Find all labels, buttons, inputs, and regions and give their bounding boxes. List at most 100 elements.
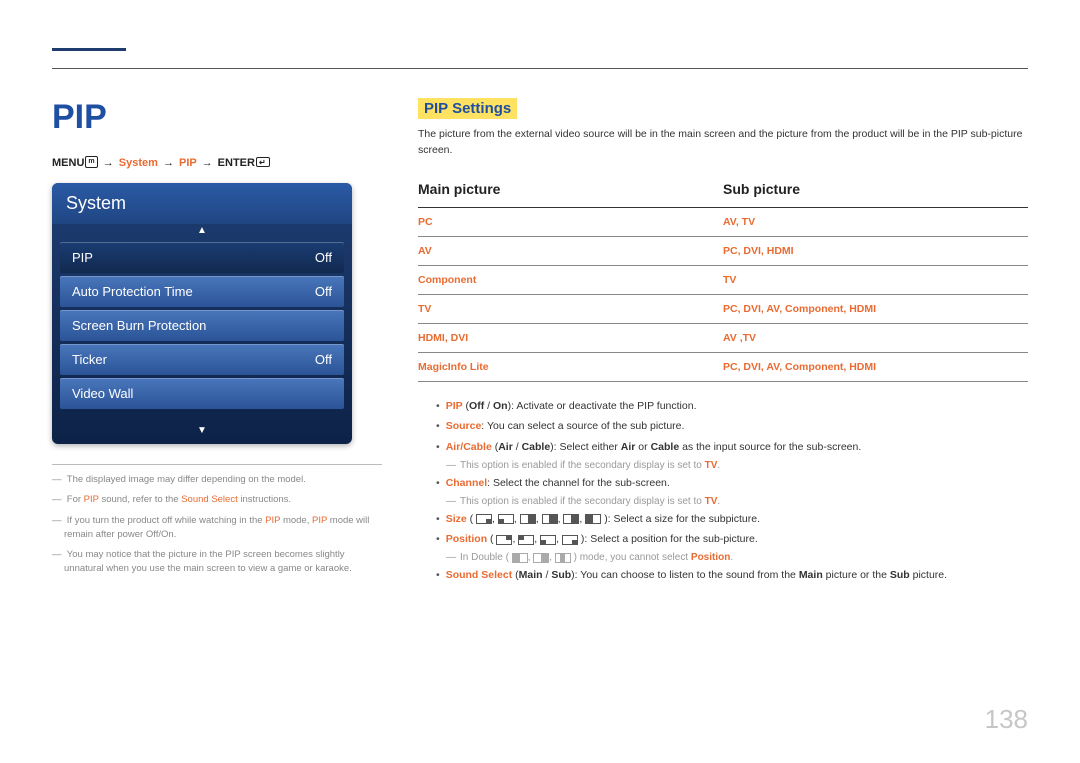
cell-sub: AV ,TV	[723, 323, 1028, 352]
osd-item-value: Off	[315, 284, 332, 299]
breadcrumb-pip: PIP	[179, 157, 197, 169]
cell-main: AV	[418, 236, 723, 265]
size-icon	[542, 514, 558, 524]
footnote-text: If you turn the product off while watchi…	[67, 515, 265, 526]
double-icon	[533, 553, 549, 563]
breadcrumb-arrow: →	[200, 157, 215, 169]
cell-main: MagicInfo Lite	[418, 352, 723, 381]
osd-item-label: Ticker	[72, 352, 107, 367]
table-header-sub: Sub picture	[723, 175, 1028, 208]
footnotes-rule	[52, 464, 382, 465]
osd-item-value: Off	[315, 250, 332, 265]
breadcrumb-system: System	[119, 157, 158, 169]
osd-header: System	[52, 183, 352, 224]
cell-main: TV	[418, 294, 723, 323]
cell-main: Component	[418, 265, 723, 294]
section-title: PIP Settings	[418, 98, 517, 119]
osd-item-video-wall[interactable]: Video Wall	[60, 378, 344, 409]
bullet-air-cable: •Air/Cable (Air / Cable): Select either …	[418, 439, 1028, 456]
pip-table: Main picture Sub picture PCAV, TV AVPC, …	[418, 175, 1028, 382]
bullet-label: Size	[446, 513, 467, 525]
footnote-text: sound, refer to the	[99, 494, 181, 505]
table-row: HDMI, DVIAV ,TV	[418, 323, 1028, 352]
sub-note: ―This option is enabled if the secondary…	[418, 460, 1028, 471]
footnote-3: ― If you turn the product off while watc…	[52, 514, 382, 543]
osd-item-label: Screen Burn Protection	[72, 318, 206, 333]
position-icon	[518, 535, 534, 545]
intro-text: The picture from the external video sour…	[418, 127, 1028, 159]
cell-main: HDMI, DVI	[418, 323, 723, 352]
size-icon	[585, 514, 601, 524]
cell-sub: AV, TV	[723, 207, 1028, 236]
size-icon	[520, 514, 536, 524]
table-row: MagicInfo LitePC, DVI, AV, Component, HD…	[418, 352, 1028, 381]
table-header-main: Main picture	[418, 175, 723, 208]
double-icon	[555, 553, 571, 563]
bullet-size: •Size ( , , , , , ): Select a size for t…	[418, 511, 1028, 528]
position-icon	[496, 535, 512, 545]
footnote-4: ― You may notice that the picture in the…	[52, 548, 382, 577]
cell-sub: PC, DVI, HDMI	[723, 236, 1028, 265]
page-number: 138	[985, 704, 1028, 735]
bullet-sound-select: •Sound Select (Main / Sub): You can choo…	[418, 567, 1028, 584]
footnote-1: ― The displayed image may differ dependi…	[52, 473, 382, 487]
bullet-pip: •PIP (Off / On): Activate or deactivate …	[418, 398, 1028, 415]
breadcrumb: MENUm → System → PIP → ENTER	[52, 157, 382, 169]
header-accent	[52, 48, 126, 66]
bullet-position: •Position ( , , , ): Select a position f…	[418, 531, 1028, 548]
osd-down-arrow: ▼	[52, 424, 352, 444]
osd-item-label: Auto Protection Time	[72, 284, 193, 299]
footnote-text: mode,	[280, 515, 312, 526]
table-row: TVPC, DVI, AV, Component, HDMI	[418, 294, 1028, 323]
cell-sub: PC, DVI, AV, Component, HDMI	[723, 352, 1028, 381]
osd-item-label: Video Wall	[72, 386, 133, 401]
size-icon	[563, 514, 579, 524]
enter-icon	[256, 157, 270, 167]
breadcrumb-arrow: →	[101, 157, 116, 169]
osd-item-screen-burn[interactable]: Screen Burn Protection	[60, 310, 344, 341]
osd-item-ticker[interactable]: Ticker Off	[60, 344, 344, 375]
page-title: PIP	[52, 98, 382, 137]
bullet-channel: •Channel: Select the channel for the sub…	[418, 475, 1028, 492]
osd-list: PIP Off Auto Protection Time Off Screen …	[52, 238, 352, 424]
bullet-list: •PIP (Off / On): Activate or deactivate …	[418, 398, 1028, 585]
footnote-hl: PIP	[84, 494, 99, 505]
cell-sub: PC, DVI, AV, Component, HDMI	[723, 294, 1028, 323]
menu-icon: m	[85, 156, 97, 168]
table-row: ComponentTV	[418, 265, 1028, 294]
cell-sub: TV	[723, 265, 1028, 294]
footnote-hl: Sound Select	[181, 494, 238, 505]
footnote-2: ― For PIP sound, refer to the Sound Sele…	[52, 493, 382, 507]
breadcrumb-arrow: →	[161, 157, 176, 169]
footnote-text: instructions.	[238, 494, 291, 505]
footnote-text: The displayed image may differ depending…	[67, 474, 306, 485]
osd-menu: System ▲ PIP Off Auto Protection Time Of…	[52, 183, 352, 444]
footnote-hl: PIP	[312, 515, 327, 526]
bullet-label: PIP	[446, 400, 463, 412]
osd-item-label: PIP	[72, 250, 93, 265]
sub-note: ―This option is enabled if the secondary…	[418, 496, 1028, 507]
size-icon	[476, 514, 492, 524]
bullet-label: Position	[446, 533, 487, 545]
header-rule	[52, 68, 1028, 69]
position-icon	[562, 535, 578, 545]
table-row: AVPC, DVI, HDMI	[418, 236, 1028, 265]
footnote-text: For	[67, 494, 84, 505]
osd-item-auto-protection[interactable]: Auto Protection Time Off	[60, 276, 344, 307]
right-column: PIP Settings The picture from the extern…	[418, 60, 1028, 588]
bullet-label: Sound Select	[446, 569, 513, 581]
osd-up-arrow: ▲	[52, 224, 352, 238]
size-icon	[498, 514, 514, 524]
footnote-hl: PIP	[265, 515, 280, 526]
breadcrumb-menu: MENU	[52, 157, 84, 169]
table-row: PCAV, TV	[418, 207, 1028, 236]
left-column: PIP MENUm → System → PIP → ENTER System …	[52, 60, 382, 588]
cell-main: PC	[418, 207, 723, 236]
bullet-source: •Source: You can select a source of the …	[418, 418, 1028, 435]
osd-item-value: Off	[315, 352, 332, 367]
osd-item-pip[interactable]: PIP Off	[60, 242, 344, 273]
footnote-text: You may notice that the picture in the P…	[64, 549, 352, 574]
position-icon	[540, 535, 556, 545]
breadcrumb-enter: ENTER	[218, 157, 255, 169]
double-icon	[512, 553, 528, 563]
